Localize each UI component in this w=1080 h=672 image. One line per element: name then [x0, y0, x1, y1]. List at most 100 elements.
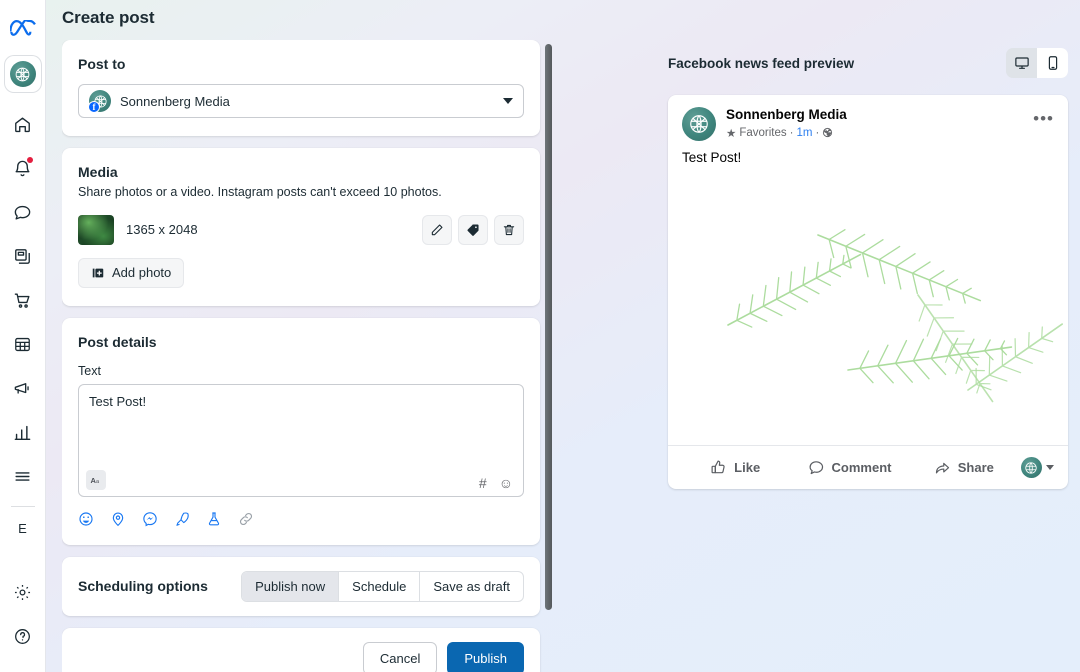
add-photo-label: Add photo: [112, 265, 172, 281]
avatar: f: [88, 90, 111, 113]
star-icon: ★: [726, 127, 737, 140]
scheduling-option-save-as-draft[interactable]: Save as draft: [420, 572, 523, 601]
scheduling-card: Scheduling options Publish now Schedule …: [62, 556, 540, 616]
sidebar-item-commerce[interactable]: [4, 282, 42, 318]
preview-title: Facebook news feed preview: [668, 55, 855, 71]
post-actions: Like Comment Share: [668, 445, 1068, 489]
svg-text:a: a: [96, 479, 100, 485]
scheduling-segmented-control: Publish now Schedule Save as draft: [241, 570, 524, 602]
like-label: Like: [734, 460, 761, 475]
favorites-label: Favorites: [739, 126, 787, 139]
comment-button[interactable]: Comment: [792, 452, 906, 483]
post-quick-tools: [78, 511, 524, 527]
composer-scrollbar-thumb[interactable]: [545, 44, 552, 610]
sidebar-item-planner[interactable]: [4, 326, 42, 362]
link-icon[interactable]: [238, 511, 254, 527]
post-to-select[interactable]: f Sonnenberg Media: [78, 84, 524, 118]
more-options-icon[interactable]: •••: [1033, 107, 1054, 127]
rocket-boost-icon[interactable]: [174, 511, 190, 527]
device-toggle: [1006, 48, 1068, 78]
post-text-input[interactable]: Test Post! A a # ☺: [78, 383, 524, 497]
page-title: Create post: [62, 8, 155, 27]
share-label: Share: [957, 460, 994, 475]
pencil-edit-icon[interactable]: [422, 214, 452, 245]
fern-photo[interactable]: [668, 175, 1068, 445]
avatar: [682, 107, 716, 141]
left-navigation-rail: E: [0, 0, 46, 672]
sidebar-item-all-tools[interactable]: [4, 458, 42, 494]
chevron-down-icon[interactable]: [503, 98, 513, 104]
preview-header: Facebook news feed preview: [668, 48, 1068, 78]
business-avatar-selected[interactable]: [4, 56, 41, 92]
share-button[interactable]: Share: [907, 452, 1021, 483]
sidebar-item-inbox[interactable]: [4, 194, 42, 230]
media-subtitle: Share photos or a video. Instagram posts…: [78, 185, 442, 199]
post-to-selected-value: Sonnenberg Media: [120, 93, 230, 109]
notification-badge: [26, 157, 33, 163]
location-pin-icon[interactable]: [110, 511, 126, 527]
emoji-smiley-icon[interactable]: ☺: [499, 476, 513, 490]
add-photo-icon: [92, 268, 104, 278]
trash-icon[interactable]: [494, 214, 524, 245]
sidebar-item-ads[interactable]: [4, 370, 42, 406]
add-photo-button[interactable]: Add photo: [78, 257, 185, 288]
post-text-value: Test Post!: [89, 393, 147, 409]
sidebar-item-help[interactable]: [4, 618, 42, 654]
cancel-button[interactable]: Cancel: [362, 641, 438, 672]
sonnenberg-media-avatar: [1020, 457, 1042, 478]
facebook-post-preview-card: Sonnenberg Media ★ Favorites · 1m · ••• …: [668, 95, 1068, 489]
user-initial-avatar[interactable]: E: [8, 513, 38, 543]
post-timestamp[interactable]: 1m: [796, 127, 812, 139]
facebook-badge-icon: f: [88, 101, 100, 113]
media-title: Media: [78, 164, 118, 180]
sidebar-item-content[interactable]: [4, 238, 42, 274]
media-card: Media Share photos or a video. Instagram…: [62, 148, 540, 306]
post-header: Sonnenberg Media ★ Favorites · 1m · •••: [668, 95, 1068, 141]
post-author-name[interactable]: Sonnenberg Media: [726, 107, 847, 124]
sidebar-item-insights[interactable]: [4, 414, 42, 450]
text-inline-tools: # ☺: [479, 476, 513, 490]
sidebar-item-home[interactable]: [4, 106, 42, 142]
globe-icon[interactable]: [822, 127, 833, 138]
scheduling-option-publish-now[interactable]: Publish now: [242, 571, 340, 601]
like-button[interactable]: Like: [678, 452, 792, 483]
fern-photo-thumbnail[interactable]: [78, 214, 114, 245]
share-arrow-icon: [935, 462, 949, 474]
comment-bubble-icon: [809, 461, 823, 475]
scheduling-title: Scheduling options: [78, 578, 208, 595]
tag-icon[interactable]: [458, 214, 488, 245]
post-to-title: Post to: [78, 56, 126, 72]
composer-scrollbar-track[interactable]: [545, 44, 552, 610]
meta-logo[interactable]: [8, 14, 38, 44]
comment-label: Comment: [831, 460, 892, 475]
media-actions: [422, 214, 524, 245]
meta-separator-1: ·: [789, 126, 794, 139]
composer-column: Post to f Sonnenberg Media Media Share p…: [62, 40, 552, 672]
media-dimensions: 1365 x 2048: [126, 222, 198, 238]
comment-as-avatar-dropdown[interactable]: [1020, 457, 1058, 478]
mobile-phone-icon[interactable]: [1037, 48, 1068, 78]
hashtag-icon[interactable]: #: [479, 476, 487, 490]
meta-separator-2: ·: [815, 126, 820, 139]
rail-bottom-group: [4, 570, 42, 672]
feeling-emoji-icon[interactable]: [78, 511, 94, 527]
chevron-down-icon[interactable]: [1045, 465, 1054, 470]
text-format-aa-icon[interactable]: A a: [86, 469, 106, 490]
media-item-row: 1365 x 2048: [78, 214, 524, 245]
thumbs-up-icon: [711, 460, 725, 474]
composer-footer: Cancel Publish: [62, 627, 540, 672]
desktop-monitor-icon[interactable]: [1006, 48, 1037, 78]
flask-ab-test-icon[interactable]: [206, 511, 222, 527]
publish-button[interactable]: Publish: [447, 641, 524, 672]
post-to-card: Post to f Sonnenberg Media: [62, 40, 540, 136]
sidebar-item-settings[interactable]: [4, 574, 42, 610]
post-details-card: Post details Text Test Post! A a # ☺: [62, 317, 540, 545]
messenger-icon[interactable]: [142, 511, 158, 527]
post-body-text: Test Post!: [682, 150, 742, 165]
post-meta: ★ Favorites · 1m ·: [726, 126, 847, 140]
scheduling-option-schedule[interactable]: Schedule: [339, 571, 421, 601]
post-details-title: Post details: [78, 333, 157, 350]
rail-divider: [10, 506, 35, 507]
text-field-label: Text: [78, 363, 101, 378]
sidebar-item-notifications[interactable]: [4, 150, 42, 186]
